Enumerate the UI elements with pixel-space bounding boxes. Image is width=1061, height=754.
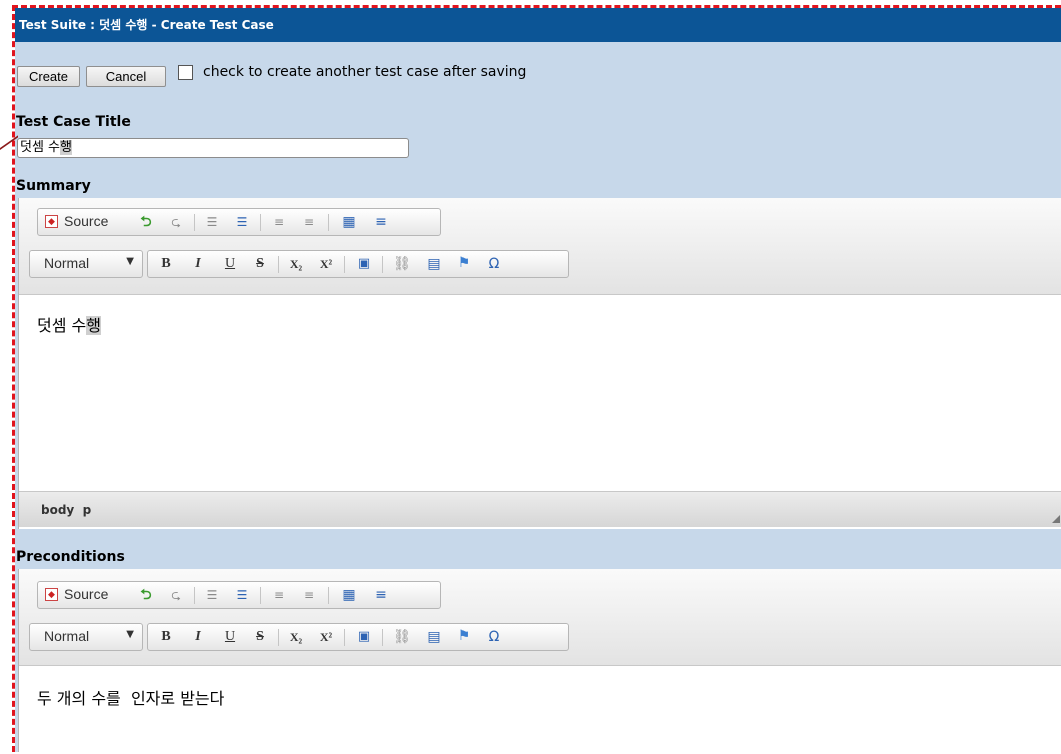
indent-icon[interactable]: ≡ [300,213,318,231]
underline-icon[interactable]: U [222,255,238,273]
title-input-selected-text: 행 [60,140,72,155]
source-button[interactable]: Source [64,213,108,229]
special-char-icon[interactable]: Ω [484,628,504,646]
toolbar-separator [382,629,383,646]
toolbar-separator [344,629,345,646]
image-icon[interactable]: ▤ [424,255,444,273]
create-another-label: check to create another test case after … [203,64,527,80]
summary-content[interactable]: 덧셈 수행 [19,294,1061,491]
create-test-case-window: Test Suite : 덧셈 수행 - Create Test Case Cr… [0,0,1061,752]
subscript-icon[interactable]: X₂ [286,255,306,273]
bold-icon[interactable]: B [158,628,174,646]
chevron-down-icon: ▼ [126,256,134,267]
test-case-title-label: Test Case Title [16,114,131,130]
preconditions-editor: ◆ Source ⮌ ⮎ ☰ ☰ ≡ ≡ ▦ ≡ Normal ▼ B I U … [18,569,1061,752]
undo-icon[interactable]: ⮌ [138,586,154,604]
toolbar-separator [278,629,279,646]
bold-icon[interactable]: B [158,255,174,273]
strikethrough-icon[interactable]: S [252,628,268,646]
summary-toolbar: ◆ Source ⮌ ⮎ ☰ ☰ ≡ ≡ ▦ ≡ Normal ▼ B I U … [19,198,1061,295]
create-another-checkbox[interactable] [178,65,193,80]
table-icon[interactable]: ▦ [340,213,358,231]
summary-element-path: body p [19,491,1061,527]
source-icon: ◆ [45,588,58,601]
redo-icon[interactable]: ⮎ [168,213,184,231]
underline-icon[interactable]: U [222,628,238,646]
resize-handle-icon[interactable] [1052,515,1060,523]
indent-icon[interactable]: ≡ [300,586,318,604]
summary-toolbar-row2: B I U S X₂ X² ▣ ⛓ ▤ ⚑ Ω [147,250,569,278]
outdent-icon[interactable]: ≡ [270,586,288,604]
strikethrough-icon[interactable]: S [252,255,268,273]
image-icon[interactable]: ▤ [424,628,444,646]
toolbar-separator [194,214,195,231]
link-icon[interactable]: ⛓ [392,255,412,273]
summary-editor: ◆ Source ⮌ ⮎ ☰ ☰ ≡ ≡ ▦ ≡ Normal ▼ B I U … [18,198,1061,529]
html-embed-icon[interactable]: ▣ [354,255,374,273]
format-select[interactable]: Normal ▼ [29,250,143,278]
summary-label: Summary [16,178,91,194]
undo-icon[interactable]: ⮌ [138,213,154,231]
redo-icon[interactable]: ⮎ [168,586,184,604]
table-icon[interactable]: ▦ [340,586,358,604]
toolbar-separator [344,256,345,273]
title-input-text: 덧셈 수 [20,140,61,155]
summary-selected-text: 행 [86,316,101,335]
toolbar-separator [382,256,383,273]
format-select[interactable]: Normal ▼ [29,623,143,651]
source-icon: ◆ [45,215,58,228]
bulleted-list-icon[interactable]: ☰ [233,213,251,231]
test-case-title-input[interactable]: 덧셈 수행 [17,138,409,158]
numbered-list-icon[interactable]: ☰ [203,213,221,231]
create-button[interactable]: Create [17,66,80,87]
summary-text: 덧셈 수 [37,316,87,335]
toolbar-separator [328,214,329,231]
numbered-list-icon[interactable]: ☰ [203,586,221,604]
preconditions-content[interactable]: 두 개의 수를 인자로 받는다 [19,667,1061,754]
selection-outline-top [12,5,1061,8]
superscript-icon[interactable]: X² [316,255,336,273]
flag-anchor-icon[interactable]: ⚑ [454,628,474,646]
horizontal-rule-icon[interactable]: ≡ [372,586,390,604]
bulleted-list-icon[interactable]: ☰ [233,586,251,604]
outdent-icon[interactable]: ≡ [270,213,288,231]
window-title: Test Suite : 덧셈 수행 - Create Test Case [15,8,1061,42]
link-icon[interactable]: ⛓ [392,628,412,646]
toolbar-separator [260,214,261,231]
horizontal-rule-icon[interactable]: ≡ [372,213,390,231]
path-p[interactable]: p [83,503,92,517]
html-embed-icon[interactable]: ▣ [354,628,374,646]
source-button[interactable]: Source [64,586,108,602]
preconditions-toolbar-row1: ◆ Source ⮌ ⮎ ☰ ☰ ≡ ≡ ▦ ≡ [37,581,441,609]
selection-outline-left [12,5,15,752]
toolbar-separator [328,587,329,604]
flag-anchor-icon[interactable]: ⚑ [454,255,474,273]
preconditions-toolbar-row2: B I U S X₂ X² ▣ ⛓ ▤ ⚑ Ω [147,623,569,651]
format-select-value: Normal [44,255,90,271]
cancel-button[interactable]: Cancel [86,66,166,87]
superscript-icon[interactable]: X² [316,628,336,646]
preconditions-label: Preconditions [16,549,125,565]
toolbar-separator [194,587,195,604]
italic-icon[interactable]: I [190,255,206,273]
preconditions-toolbar: ◆ Source ⮌ ⮎ ☰ ☰ ≡ ≡ ▦ ≡ Normal ▼ B I U … [19,569,1061,666]
special-char-icon[interactable]: Ω [484,255,504,273]
toolbar-separator [278,256,279,273]
summary-toolbar-row1: ◆ Source ⮌ ⮎ ☰ ☰ ≡ ≡ ▦ ≡ [37,208,441,236]
path-body[interactable]: body [41,503,74,517]
format-select-value: Normal [44,628,90,644]
chevron-down-icon: ▼ [126,629,134,640]
italic-icon[interactable]: I [190,628,206,646]
subscript-icon[interactable]: X₂ [286,628,306,646]
preconditions-text: 두 개의 수를 인자로 받는다 [37,689,225,708]
toolbar-separator [260,587,261,604]
